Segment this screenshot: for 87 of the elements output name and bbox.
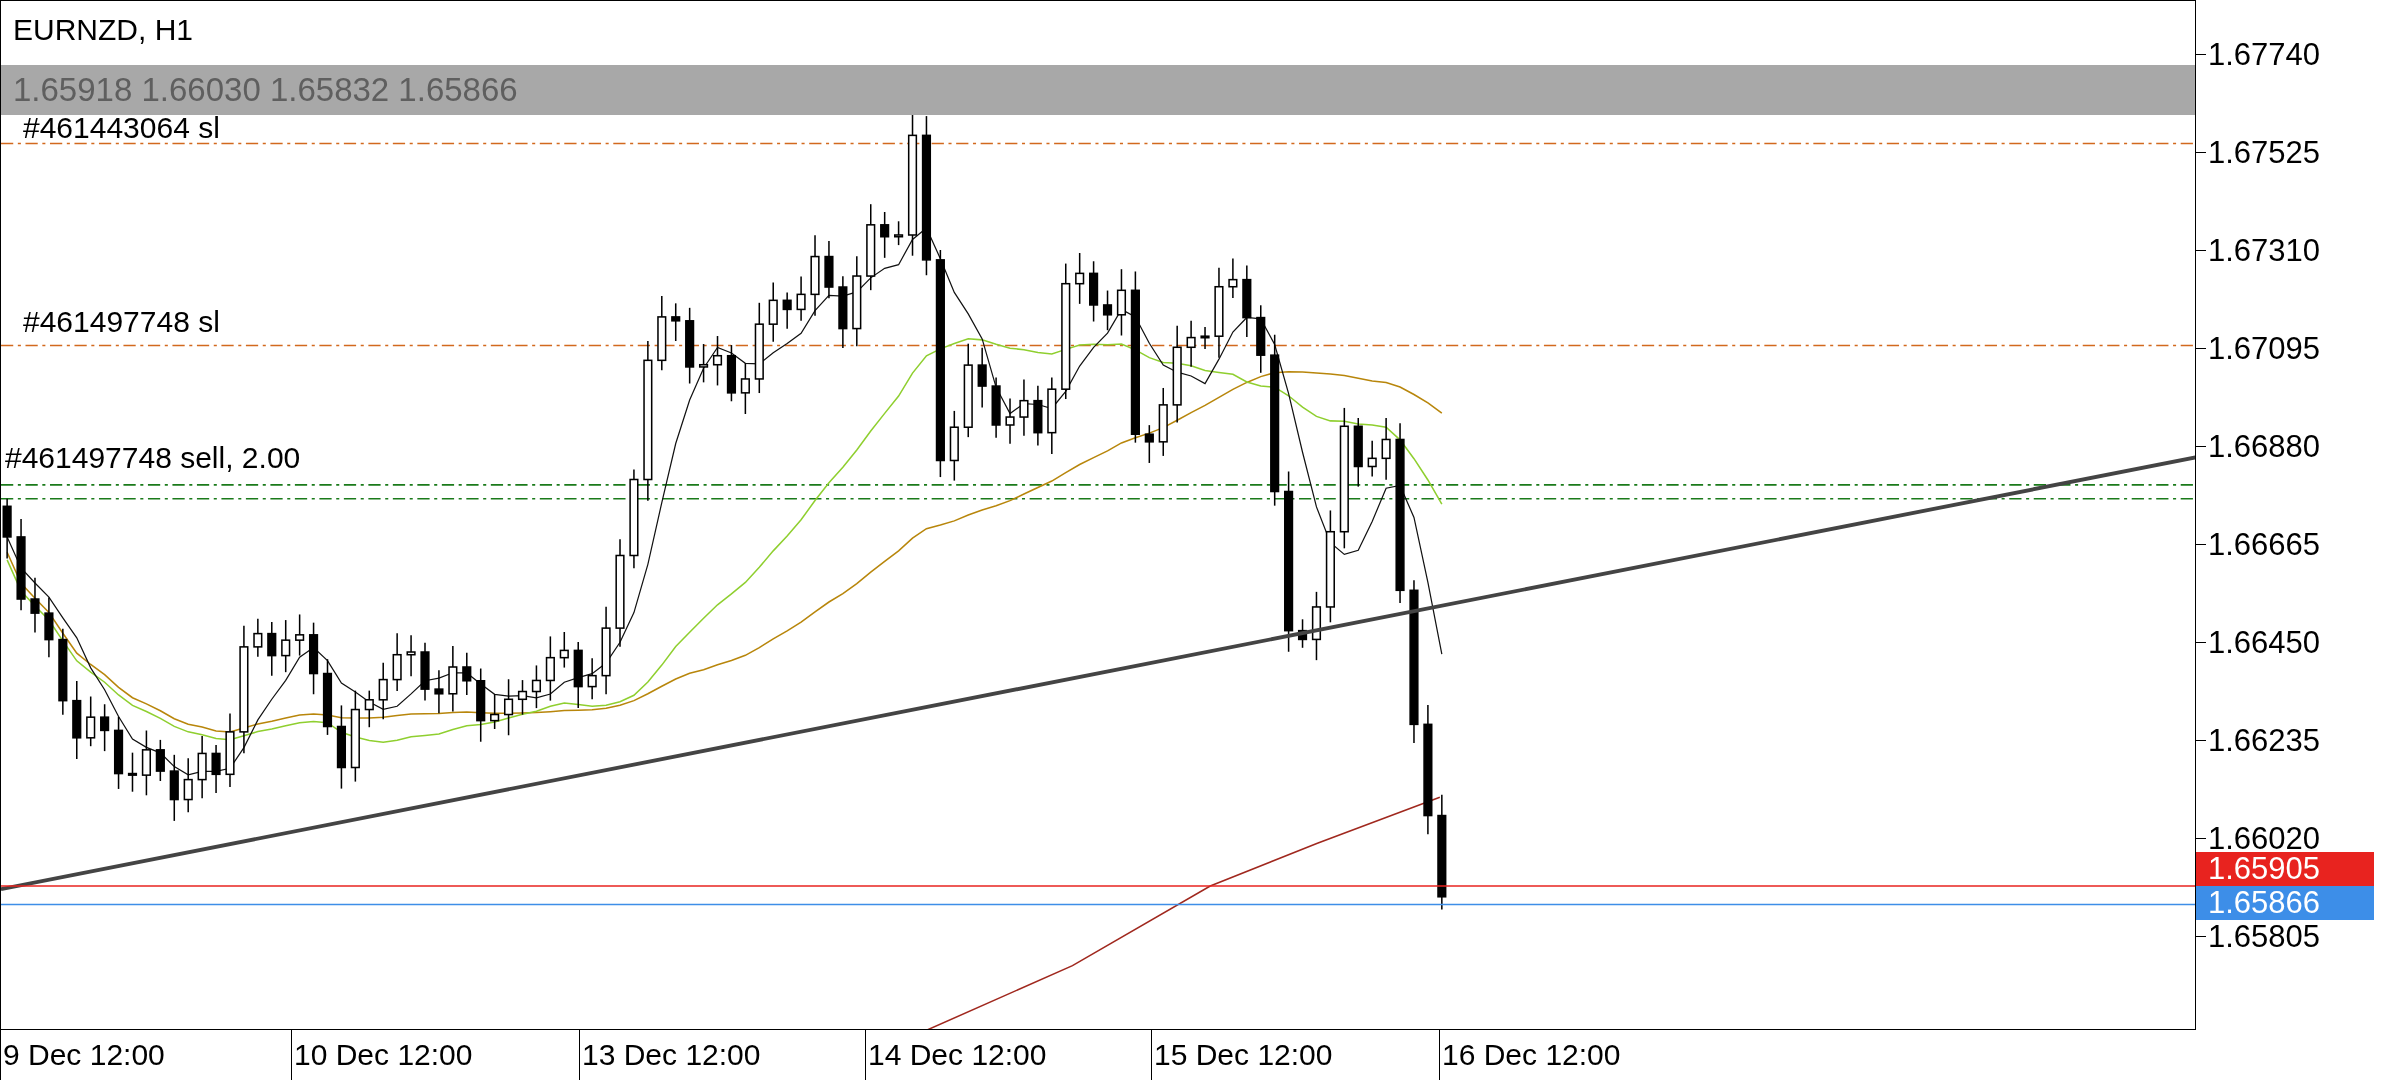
candle (378, 661, 388, 721)
candle (1075, 252, 1085, 305)
candle (504, 678, 514, 736)
candle (824, 240, 834, 300)
candle (30, 576, 40, 634)
candle (100, 703, 110, 752)
price-tag: 1.65905 (2196, 852, 2374, 886)
candle (1228, 257, 1238, 299)
time-label: 15 Dec 12:00 (1151, 1030, 1439, 1080)
candle (559, 631, 569, 669)
candle (44, 596, 54, 658)
candle (434, 669, 444, 714)
candle (406, 634, 416, 677)
candle (880, 211, 890, 259)
candle (1297, 618, 1308, 649)
candle (1144, 424, 1154, 464)
candle (197, 735, 207, 799)
candle (462, 651, 472, 696)
candle (281, 619, 291, 673)
candle (1102, 289, 1113, 331)
time-label: 9 Dec 12:00 (0, 1030, 291, 1080)
candle (392, 632, 402, 692)
candle (420, 642, 430, 702)
price-tick-label: 1.67310 (2207, 234, 2321, 266)
candle (183, 757, 193, 814)
candle (364, 689, 374, 728)
price-tick-label: 1.66020 (2207, 822, 2321, 854)
candle (169, 754, 179, 822)
candle (768, 281, 778, 343)
candle (949, 410, 959, 482)
candle (1186, 320, 1196, 368)
candle (448, 645, 458, 713)
candle (573, 641, 583, 709)
price-tick-label: 1.65805 (2207, 920, 2321, 952)
symbol-title: EURNZD, H1 (13, 15, 193, 45)
candle (740, 362, 750, 415)
candle (531, 664, 542, 709)
candle (712, 335, 723, 387)
candle (726, 344, 737, 403)
ohlc-bar: 1.65918 1.66030 1.65832 1.65866 (1, 65, 2195, 115)
candle (671, 302, 681, 342)
time-label: 16 Dec 12:00 (1439, 1030, 1639, 1080)
candle (2, 497, 12, 560)
candle (796, 275, 806, 322)
candle (1311, 591, 1322, 661)
candle (1019, 378, 1029, 437)
candle (1381, 417, 1391, 481)
time-label: 14 Dec 12:00 (865, 1030, 1151, 1080)
price-tick-label: 1.66665 (2207, 528, 2321, 560)
candle (127, 751, 138, 793)
order-label: #461497748 sell, 2.00 (5, 443, 301, 473)
candle (782, 291, 792, 330)
candle (894, 220, 904, 246)
candle (545, 635, 555, 702)
order-label: #461443064 sl (23, 113, 220, 143)
candle (1089, 260, 1099, 323)
order-label: #461497748 sl (23, 307, 220, 337)
price-tick-label: 1.66880 (2207, 430, 2321, 462)
candle (490, 693, 500, 730)
candle (1367, 440, 1377, 478)
candle (699, 343, 709, 384)
candle (253, 617, 263, 658)
candle (977, 347, 987, 409)
candle (155, 739, 165, 782)
candle (267, 621, 277, 677)
candle (86, 695, 96, 747)
candle (587, 657, 597, 701)
candle (517, 679, 528, 716)
price-tick-label: 1.67095 (2207, 332, 2321, 364)
candle (211, 744, 221, 794)
price-tick-label: 1.67740 (2207, 38, 2321, 70)
price-tick-label: 1.66450 (2207, 626, 2321, 658)
price-tick-label: 1.67525 (2207, 136, 2321, 168)
candle (295, 613, 305, 657)
price-tag: 1.65866 (2196, 886, 2374, 920)
candle (1005, 397, 1015, 445)
candle (1200, 326, 1210, 350)
candle (141, 729, 151, 797)
time-label: 13 Dec 12:00 (579, 1030, 865, 1080)
candle (1116, 268, 1127, 337)
candle (1256, 304, 1266, 374)
candle (1033, 385, 1043, 447)
candle (1353, 417, 1363, 488)
time-label: 10 Dec 12:00 (291, 1030, 579, 1080)
candle (1158, 387, 1168, 457)
price-tick-label: 1.66235 (2207, 724, 2321, 756)
candle (991, 376, 1001, 439)
